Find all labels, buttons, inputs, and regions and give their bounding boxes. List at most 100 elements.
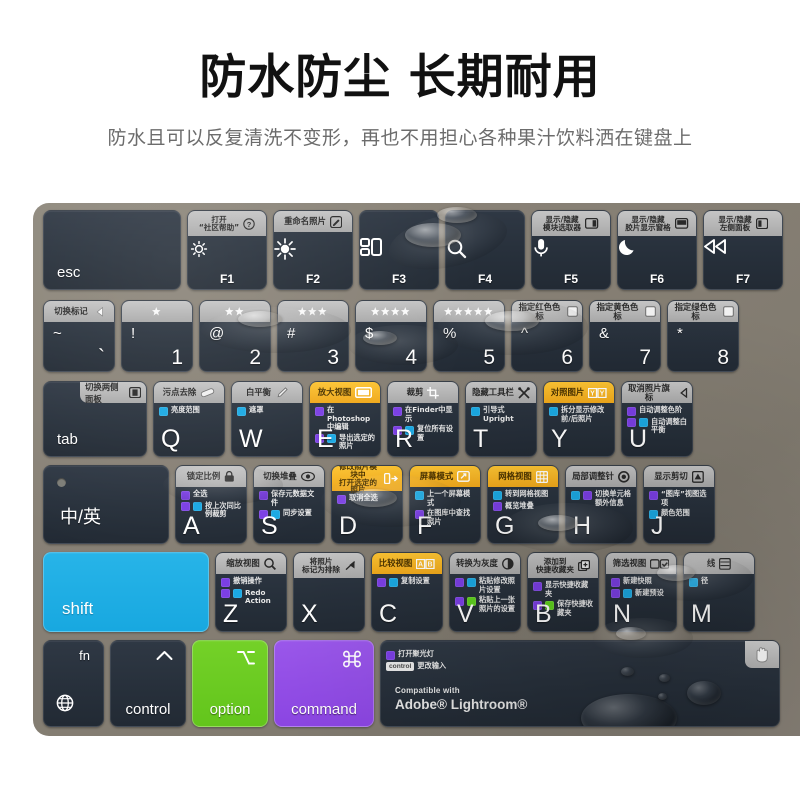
key-v[interactable]: 转换为灰度 粘贴修改照片设置 粘贴上一张照片的设置 V	[449, 552, 521, 632]
key-a[interactable]: 锁定比例 全选 按上次同比例裁剪 A	[175, 465, 247, 544]
key-two[interactable]: @2	[199, 300, 271, 372]
key-w[interactable]: 白平衡 遮罩 W	[231, 381, 303, 457]
key-tilde[interactable]: 切换标记 ~ `	[43, 300, 115, 372]
key-c[interactable]: 比较视图 AB 复制设置 C	[371, 552, 443, 632]
key-strip-t: 隐藏工具栏	[466, 382, 536, 403]
key-g[interactable]: 网格视图 转到网格视图 概览堆叠 G	[487, 465, 559, 544]
key-seven[interactable]: 指定黄色色标 & 7	[589, 300, 661, 372]
key-f7[interactable]: 显示/隐藏 左侧面板 F7	[703, 210, 783, 290]
key-y[interactable]: 对照图片 YY 拆分显示修改前/后照片 Y	[543, 381, 615, 457]
key-t[interactable]: 隐藏工具栏 引导式Upright T	[465, 381, 537, 457]
modifier-chip-purple	[315, 406, 324, 416]
key-f[interactable]: 屏幕模式 上一个屏幕模式 在图库中查找照片 F	[409, 465, 481, 544]
key-label-three: 3	[327, 346, 339, 369]
key-strip-three	[278, 301, 348, 322]
tools-icon	[518, 386, 530, 399]
clipping-icon	[691, 470, 704, 483]
key-shortcut-row: 引导式Upright	[471, 405, 532, 423]
key-n[interactable]: 筛选视图 新建快照 新建预设 N	[605, 552, 677, 632]
key-shortcut-row: 打开聚光灯	[386, 649, 775, 660]
key-shortcuts-c: 复制设置	[377, 576, 438, 587]
key-strip-label-y: 对照图片	[550, 387, 585, 398]
key-label-y: Y	[551, 425, 568, 453]
page-title: 防水防尘 长期耐用	[199, 50, 601, 105]
key-strip-label-q: 污点去除	[162, 387, 197, 398]
key-control[interactable]: control	[110, 640, 186, 727]
key-q[interactable]: 污点去除 亮度范围 Q	[153, 381, 225, 457]
reject-flag-icon	[344, 560, 356, 571]
key-h[interactable]: 局部调整针 切换单元格额外信息 H	[565, 465, 637, 544]
key-f3[interactable]: F3	[359, 210, 439, 290]
key-strip-e: 放大视图	[310, 382, 380, 403]
caps-indicator-light	[57, 478, 66, 487]
key-strip-label-d: 修改照片模块中 打开选定的照片	[339, 465, 377, 495]
key-strip-f: 屏幕模式	[410, 466, 480, 487]
key-f6[interactable]: 显示/隐藏 胶片显示窗格 F6	[617, 210, 697, 290]
key-shortcuts-w: 遮罩	[237, 405, 298, 416]
key-u[interactable]: 取消照片旗标 自动调整色阶 自动调整白平衡 U	[621, 381, 693, 457]
modifier-chip-purple	[181, 490, 190, 500]
key-one[interactable]: ! 1	[121, 300, 193, 372]
key-option[interactable]: option	[192, 640, 268, 727]
flag-icon	[92, 306, 104, 317]
key-f1[interactable]: 打开 “社区帮助” ? F1	[187, 210, 267, 290]
key-strip-label-m: 线	[706, 558, 716, 569]
option-glyph-icon	[237, 650, 255, 665]
key-secondary-four: $	[365, 325, 374, 342]
key-e[interactable]: 放大视图 在Photoshop中编辑 导出选定的照片 E	[309, 381, 381, 457]
key-label-z: Z	[223, 600, 239, 628]
keyboard-row-number-row: 切换标记 ~ ` ! 1 @2 # 3 $ 4 % 5 指定红色色标 ^ 6 指…	[33, 300, 739, 372]
key-strip-label-b: 添加到 快捷收藏夹	[536, 556, 574, 574]
page-subtitle: 防水且可以反复清洗不变形，再也不用担心各种果汁饮料洒在键盘上	[107, 127, 693, 149]
key-space[interactable]: 打开聚光灯 control 更改输入 Compatible with Adobe® …	[380, 640, 780, 727]
key-f4[interactable]: F4	[445, 210, 525, 290]
key-shortcut-row: 新建预设	[611, 588, 672, 598]
key-strip-g: 网格视图	[488, 466, 558, 487]
key-eight[interactable]: 指定绿色色标 * 8	[667, 300, 739, 372]
key-r[interactable]: 裁剪 在Finder中显示 复位所有设置 R	[387, 381, 459, 457]
key-fn[interactable]: fn	[43, 640, 104, 727]
key-f5[interactable]: 显示/隐藏 模块选取器 F5	[531, 210, 611, 290]
key-strip-eight: 指定绿色色标	[668, 301, 738, 322]
key-tab[interactable]: 切换两侧面板 tab	[43, 381, 147, 457]
key-d[interactable]: 修改照片模块中 打开选定的照片 取消全选 D	[331, 465, 403, 544]
key-shortcut-label: 自动调整色阶	[639, 405, 683, 414]
swatch-icon	[567, 306, 578, 317]
key-b[interactable]: 添加到 快捷收藏夹 显示快捷收藏夹 保存快捷收藏夹 B	[527, 552, 599, 632]
modifier-chip-cyan	[389, 577, 398, 587]
key-j[interactable]: 显示剪切 “图库”视图选项 颜色范围 J	[643, 465, 715, 544]
water-droplet	[658, 693, 667, 700]
key-five[interactable]: % 5	[433, 300, 505, 372]
modifier-chip-purple	[455, 577, 464, 587]
modifier-chip-purple	[337, 494, 346, 504]
key-esc[interactable]: esc	[43, 210, 181, 290]
key-strip-label-c: 比较视图	[378, 558, 413, 569]
key-shortcut-row: 复制设置	[377, 576, 438, 587]
key-secondary-tilde: ~	[53, 325, 62, 342]
key-f2[interactable]: 重命名照片 F2	[273, 210, 353, 290]
key-shortcut-row: 拆分显示修改前/后照片	[549, 405, 610, 423]
modifier-chip-purple	[377, 577, 386, 587]
svg-text:B: B	[428, 561, 433, 568]
key-shortcut-row: 自动调整色阶	[627, 405, 688, 416]
key-strip-d: 修改照片模块中 打开选定的照片	[332, 465, 402, 495]
key-z[interactable]: 缩放视图 撤销操作 Redo Action Z	[215, 552, 287, 632]
key-x[interactable]: 将照片 标记为排除 X	[293, 552, 365, 632]
key-strip-tab: 切换两侧面板	[80, 381, 146, 404]
key-label-d: D	[339, 512, 358, 540]
key-strip-label-e: 放大视图	[317, 387, 352, 398]
key-command[interactable]: command	[274, 640, 374, 727]
key-six[interactable]: 指定红色色标 ^ 6	[511, 300, 583, 372]
key-s[interactable]: 切换堆叠 保存元数据文件 同步设置 S	[253, 465, 325, 544]
key-shortcut-row: 撤销操作	[221, 576, 282, 587]
key-capslock[interactable]: 中/英	[43, 465, 169, 544]
key-strip-label-tab: 切换两侧面板	[85, 381, 119, 404]
key-label-two: 2	[249, 346, 261, 369]
svg-text:Y: Y	[600, 390, 605, 397]
key-four[interactable]: $4	[355, 300, 427, 372]
key-three[interactable]: #3	[277, 300, 349, 372]
key-shift[interactable]: shift	[43, 552, 209, 632]
key-m[interactable]: 线 径 M	[683, 552, 755, 632]
key-strip-n: 筛选视图	[606, 553, 676, 574]
hero-section: 防水防尘 长期耐用 防水且可以反复清洗不变形，再也不用担心各种果汁饮料洒在键盘上	[0, 0, 800, 200]
